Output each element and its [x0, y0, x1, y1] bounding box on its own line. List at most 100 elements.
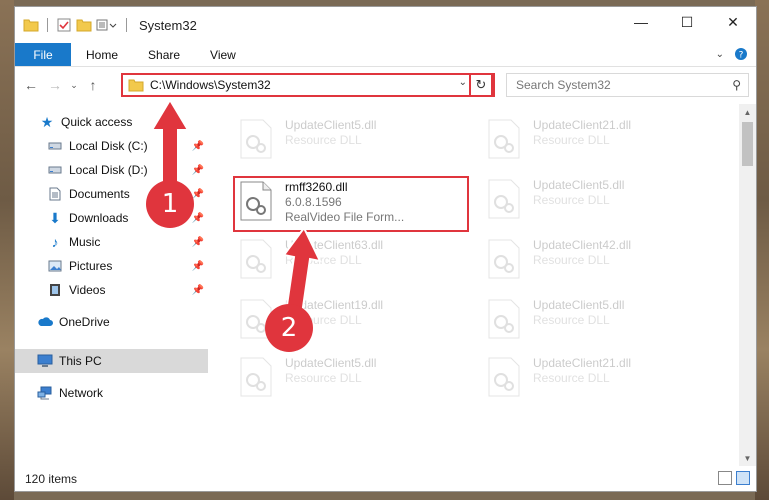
star-icon: ★ [40, 113, 54, 130]
nav-item-label: Videos [69, 283, 106, 297]
file-item[interactable]: UpdateClient5.dll Resource DLL [233, 350, 473, 408]
maximize-button[interactable]: ☐ [664, 7, 710, 37]
up-button[interactable]: ↑ [81, 73, 105, 97]
pin-icon[interactable]: 📌 [192, 213, 204, 224]
item-count: 120 items [25, 471, 78, 486]
documents-icon [47, 186, 63, 202]
file-item[interactable]: UpdateClient63.dll Resource DLL [233, 232, 473, 290]
file-description: Resource DLL [533, 253, 610, 267]
address-path[interactable]: C:\Windows\System32 [150, 78, 271, 92]
file-name: UpdateClient42.dll [533, 238, 632, 252]
nav-item-network[interactable]: Network [15, 381, 208, 405]
nav-item-label: OneDrive [59, 315, 110, 329]
pin-icon[interactable]: 📌 [192, 237, 204, 248]
dll-file-icon [239, 356, 277, 402]
search-icon[interactable]: ⚲ [732, 78, 741, 92]
address-dropdown-icon[interactable]: ⌄ [459, 77, 467, 88]
nav-item-local-disk-c[interactable]: Local Disk (C:) 📌 [15, 134, 208, 158]
window-controls: — ☐ ✕ [618, 7, 756, 37]
recent-locations-button[interactable]: ⌄ [67, 73, 81, 97]
navigation-bar: ← → ⌄ ↑ C:\Windows\System32 ⌄ ↻ Search S… [15, 67, 756, 103]
file-description: Resource DLL [285, 253, 362, 267]
minimize-icon: — [634, 14, 648, 30]
folder-icon [128, 79, 144, 92]
help-icon[interactable]: ? [734, 47, 748, 61]
tiles-view-icon[interactable] [736, 471, 750, 485]
file-list: UpdateClient5.dll Resource DLL UpdateClie… [211, 104, 741, 466]
file-description: Resource DLL [533, 313, 610, 327]
pin-icon[interactable]: 📌 [192, 261, 204, 272]
file-description: RealVideo File Form... [285, 210, 405, 224]
maximize-icon: ☐ [680, 13, 694, 30]
pin-icon[interactable]: 📌 [192, 141, 204, 152]
dll-file-icon [239, 180, 277, 226]
file-item[interactable]: UpdateClient42.dll Resource DLL [481, 232, 721, 290]
close-icon: ✕ [727, 13, 739, 30]
tab-view[interactable]: View [195, 43, 251, 66]
file-version: 6.0.8.1596 [285, 195, 342, 209]
window-title: System32 [139, 17, 197, 33]
file-item[interactable]: UpdateClient21.dll Resource DLL [481, 350, 721, 408]
customize-toolbar-icon[interactable] [96, 18, 118, 32]
file-description: Resource DLL [533, 193, 610, 207]
close-button[interactable]: ✕ [710, 7, 756, 37]
callout-badge-2: 2 [265, 304, 313, 352]
nav-item-label: Local Disk (C:) [69, 139, 148, 153]
nav-item-local-disk-d[interactable]: Local Disk (D:) 📌 [15, 158, 208, 182]
pin-icon[interactable]: 📌 [192, 165, 204, 176]
computer-icon [37, 353, 53, 369]
file-name: UpdateClient63.dll [285, 238, 384, 252]
pictures-icon [47, 258, 63, 274]
address-bar[interactable]: C:\Windows\System32 ⌄ ↻ [121, 73, 495, 97]
nav-item-quick-access[interactable]: ★ Quick access [15, 110, 208, 134]
nav-item-this-pc[interactable]: This PC [15, 349, 208, 373]
back-button[interactable]: ← [19, 73, 43, 97]
download-icon: ⬇ [49, 209, 61, 226]
nav-item-label: Downloads [69, 211, 129, 225]
vertical-scrollbar[interactable]: ▲ ▼ [739, 104, 756, 466]
refresh-button[interactable]: ↻ [469, 73, 493, 97]
view-toggles [718, 471, 750, 485]
properties-icon[interactable] [56, 17, 72, 33]
minimize-button[interactable]: — [618, 7, 664, 37]
scroll-down-icon[interactable]: ▼ [739, 450, 756, 466]
file-item[interactable]: UpdateClient5.dll Resource DLL [233, 112, 473, 170]
drive-icon [47, 162, 63, 178]
tab-share[interactable]: Share [133, 43, 195, 66]
desktop-background-right [755, 0, 769, 500]
file-name: UpdateClient21.dll [533, 356, 632, 370]
nav-item-onedrive[interactable]: OneDrive [15, 310, 208, 334]
file-description: Resource DLL [285, 371, 362, 385]
svg-text:?: ? [739, 51, 744, 61]
nav-item-music[interactable]: ♪ Music 📌 [15, 230, 208, 254]
search-input[interactable]: Search System32 [516, 78, 611, 92]
file-description: Resource DLL [285, 133, 362, 147]
navigation-pane: ★ Quick access Local Disk (C:) 📌 Local D… [15, 104, 208, 466]
forward-button[interactable]: → [43, 73, 67, 97]
file-item[interactable]: UpdateClient5.dll Resource DLL [481, 292, 721, 350]
ribbon-tabs: File Home Share View ⌄ ? [15, 43, 756, 67]
tab-file[interactable]: File [15, 43, 71, 66]
scroll-up-icon[interactable]: ▲ [739, 104, 756, 120]
nav-item-label: Music [69, 235, 101, 249]
details-view-icon[interactable] [718, 471, 732, 485]
dll-file-icon [487, 298, 525, 344]
scrollbar-thumb[interactable] [742, 122, 753, 166]
new-folder-icon[interactable] [76, 18, 92, 32]
refresh-icon: ↻ [475, 77, 487, 92]
expand-ribbon-icon[interactable]: ⌄ [716, 49, 724, 60]
file-item-rmff3260[interactable]: rmff3260.dll 6.0.8.1596 RealVideo File For… [233, 174, 473, 232]
tab-home[interactable]: Home [71, 43, 133, 66]
file-item[interactable]: UpdateClient5.dll Resource DLL [481, 172, 721, 230]
nav-item-pictures[interactable]: Pictures 📌 [15, 254, 208, 278]
quick-access-toolbar [15, 17, 131, 33]
file-name: UpdateClient21.dll [533, 118, 632, 132]
search-box[interactable]: Search System32 ⚲ [506, 73, 749, 97]
videos-icon [47, 282, 63, 298]
pin-icon[interactable]: 📌 [192, 285, 204, 296]
file-item[interactable]: UpdateClient21.dll Resource DLL [481, 112, 721, 170]
nav-item-videos[interactable]: Videos 📌 [15, 278, 208, 302]
up-arrow-icon: ↑ [89, 77, 97, 93]
dll-file-icon [239, 118, 277, 164]
dll-file-icon [487, 238, 525, 284]
